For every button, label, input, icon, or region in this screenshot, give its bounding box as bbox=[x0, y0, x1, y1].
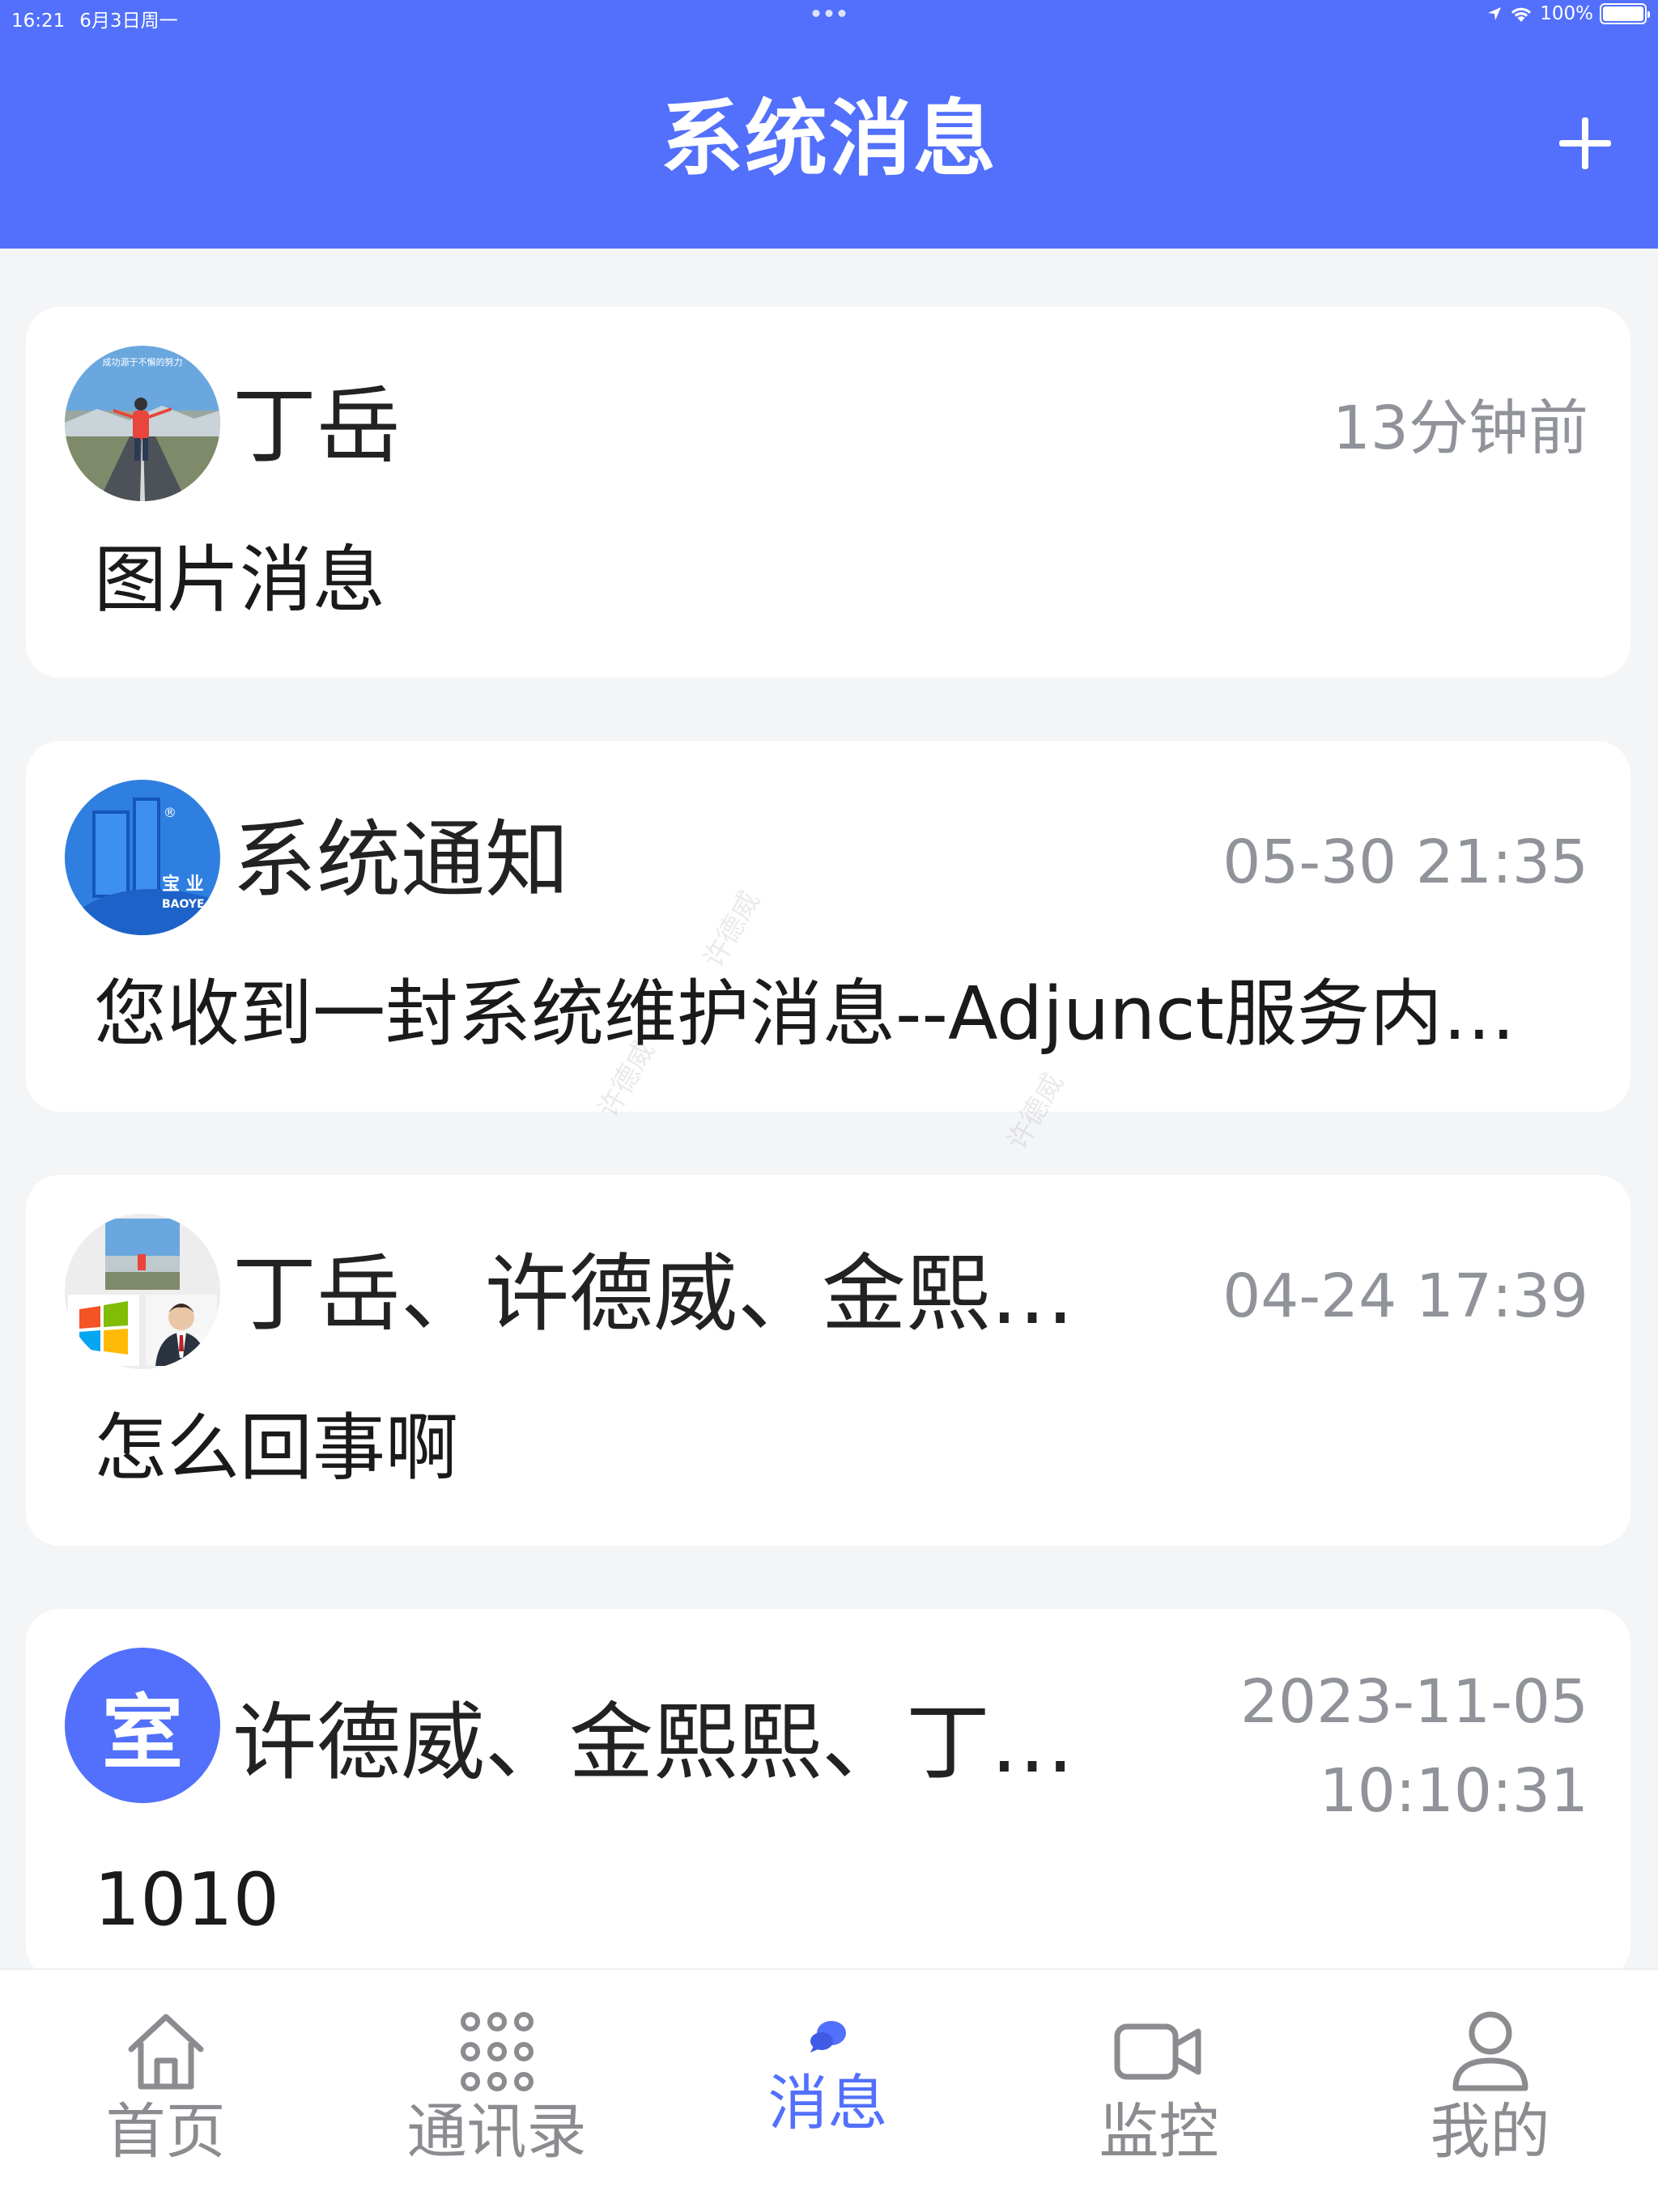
message-time: 2023-11-05 10:10:31 bbox=[1240, 1657, 1588, 1836]
message-item[interactable]: 丁岳、许德威、金熙… 04-24 17:39 怎么回事啊 bbox=[26, 1175, 1630, 1546]
add-button[interactable] bbox=[1559, 117, 1611, 169]
avatar: 成功源于不懈的努力 bbox=[65, 346, 220, 501]
logo-en: BAOYE bbox=[162, 898, 205, 911]
message-preview: 您收到一封系统维护消息--Adjunct服务内存… bbox=[94, 972, 1584, 1057]
tab-label: 我的 bbox=[1430, 2097, 1550, 2167]
status-right: 100% bbox=[1486, 3, 1650, 24]
message-preview: 图片消息 bbox=[94, 538, 385, 623]
message-preview: 怎么回事啊 bbox=[94, 1406, 458, 1491]
page-title: 系统消息 bbox=[661, 91, 997, 188]
tab-label: 消息 bbox=[767, 2069, 888, 2138]
status-bar: 16:21 6月3日周一 100% bbox=[0, 0, 1658, 34]
message-time: 05-30 21:35 bbox=[1222, 827, 1588, 897]
user-photo-icon: 成功源于不懈的努力 bbox=[65, 346, 220, 501]
tab-messages[interactable]: 消息 bbox=[662, 1970, 993, 2180]
message-time: 13分钟前 bbox=[1332, 393, 1588, 463]
group-name: 丁岳、许德威、金熙… bbox=[232, 1244, 1075, 1343]
battery-icon bbox=[1600, 3, 1650, 24]
header-bar: 16:21 6月3日周一 100% 系统消息 bbox=[0, 0, 1658, 249]
logo-cn: 宝 业 bbox=[162, 874, 204, 895]
message-item[interactable]: 室 许德威、金熙熙、丁… 2023-11-05 10:10:31 1010 bbox=[26, 1609, 1630, 1968]
location-arrow-icon bbox=[1488, 7, 1502, 20]
message-time: 04-24 17:39 bbox=[1222, 1261, 1588, 1331]
baoye-logo-icon: ® 宝 业 BAOYE bbox=[65, 780, 220, 935]
message-list[interactable]: 成功源于不懈的努力 丁岳 13分钟前 图片消息 ® 宝 业 BAOYE 系统通知… bbox=[0, 249, 1658, 1968]
video-camera-icon bbox=[1114, 2023, 1201, 2080]
person-icon bbox=[1452, 2011, 1528, 2091]
message-date: 2023-11-05 bbox=[1239, 1667, 1588, 1737]
room-avatar: 室 bbox=[65, 1648, 220, 1803]
message-clock: 10:10:31 bbox=[1319, 1756, 1588, 1826]
svg-text:®: ® bbox=[164, 805, 176, 820]
group-name: 许德威、金熙熙、丁… bbox=[232, 1693, 1075, 1792]
sender-name: 系统通知 bbox=[232, 810, 570, 909]
status-left: 16:21 6月3日周一 bbox=[11, 5, 178, 32]
wifi-icon bbox=[1511, 7, 1532, 22]
avatar: ® 宝 业 BAOYE bbox=[65, 780, 220, 935]
avatar-caption: 成功源于不懈的努力 bbox=[103, 356, 183, 368]
group-avatar bbox=[65, 1214, 220, 1369]
tab-label: 首页 bbox=[105, 2097, 226, 2167]
message-preview: 1010 bbox=[94, 1857, 280, 1942]
tab-profile[interactable]: 我的 bbox=[1324, 1970, 1656, 2180]
tab-home[interactable]: 首页 bbox=[0, 1970, 331, 2180]
tab-contacts[interactable]: 通讯录 bbox=[331, 1970, 662, 2180]
tab-label: 通讯录 bbox=[406, 2097, 587, 2167]
multitask-dots[interactable] bbox=[812, 10, 846, 17]
tab-monitor[interactable]: 监控 bbox=[993, 1970, 1324, 2180]
chat-bubble-icon bbox=[810, 2021, 846, 2052]
grid-icon bbox=[460, 2012, 534, 2091]
battery-percent: 100% bbox=[1540, 3, 1593, 24]
message-item[interactable]: 成功源于不懈的努力 丁岳 13分钟前 图片消息 bbox=[26, 307, 1630, 678]
tab-label: 监控 bbox=[1099, 2097, 1219, 2167]
status-time: 16:21 bbox=[11, 11, 66, 32]
group-avatar-icon bbox=[65, 1214, 220, 1369]
message-item[interactable]: ® 宝 业 BAOYE 系统通知 05-30 21:35 您收到一封系统维护消息… bbox=[26, 741, 1630, 1112]
bottom-tab-bar: 首页 通讯录 消息 监控 我的 bbox=[0, 1968, 1658, 2212]
status-date: 6月3日周一 bbox=[79, 11, 178, 32]
sender-name: 丁岳 bbox=[232, 376, 402, 475]
home-icon bbox=[128, 2014, 203, 2090]
